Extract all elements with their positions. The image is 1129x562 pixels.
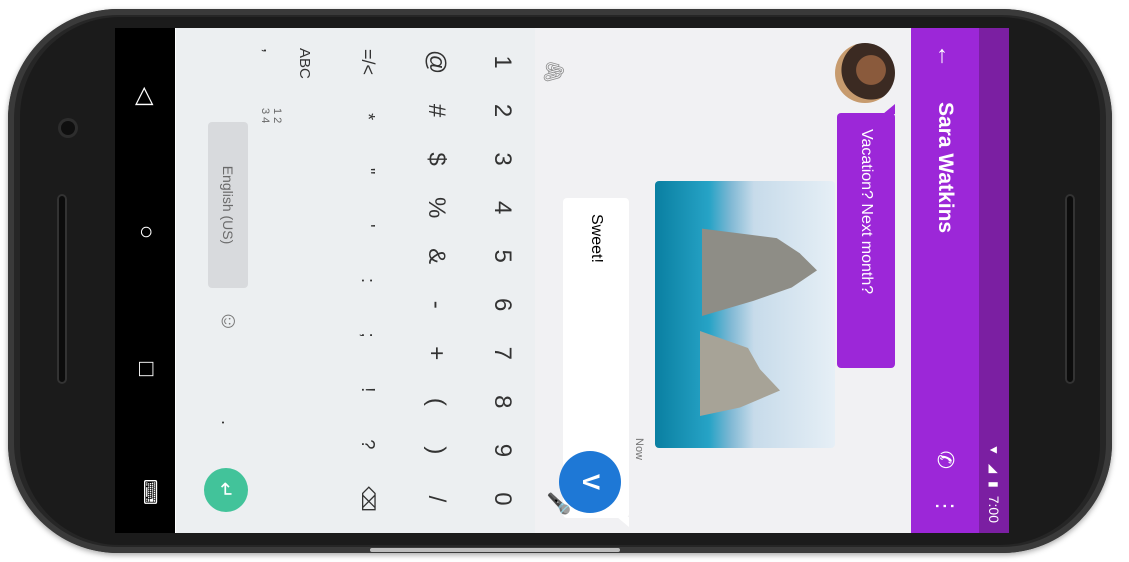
- key-8[interactable]: 8: [475, 382, 529, 422]
- navigation-bar: ◁ ○ □ ⌨: [115, 28, 175, 533]
- side-button: [370, 548, 620, 552]
- wifi-icon: ▼: [987, 444, 1001, 456]
- key-5[interactable]: 5: [475, 236, 529, 276]
- key-1[interactable]: 1: [475, 42, 529, 82]
- key-more-symbols[interactable]: =/<: [341, 42, 395, 82]
- front-camera: [61, 121, 75, 135]
- signal-icon: ◢: [987, 463, 1001, 474]
- key-apostrophe[interactable]: ': [341, 206, 395, 246]
- key-colon[interactable]: :: [341, 261, 395, 301]
- key-numbers-toggle[interactable]: 1 2 3 4: [259, 108, 283, 123]
- key-asterisk[interactable]: *: [341, 97, 395, 137]
- battery-icon: ▮: [987, 481, 1001, 488]
- keyboard: 1 2 3 4 5 6 7 8 9 0 @ # $ % & - + ( ) / …: [176, 28, 535, 533]
- key-minus[interactable]: -: [409, 285, 463, 325]
- key-at[interactable]: @: [409, 42, 463, 82]
- attach-icon[interactable]: 🖇: [541, 59, 566, 84]
- emoji-icon[interactable]: ☺: [216, 310, 242, 332]
- key-percent[interactable]: %: [409, 188, 463, 228]
- key-question[interactable]: ?: [341, 424, 395, 464]
- key-4[interactable]: 4: [475, 188, 529, 228]
- key-close-paren[interactable]: ): [409, 430, 463, 470]
- shared-photo[interactable]: [655, 181, 835, 448]
- key-6[interactable]: 6: [475, 285, 529, 325]
- spacebar[interactable]: English (US): [208, 122, 248, 288]
- more-vert-icon[interactable]: ⋮: [932, 495, 958, 517]
- key-open-paren[interactable]: (: [409, 382, 463, 422]
- key-hash[interactable]: #: [409, 91, 463, 131]
- speaker-right: [1065, 194, 1075, 384]
- key-ampersand[interactable]: &: [409, 236, 463, 276]
- arrow-back-icon[interactable]: ←: [931, 44, 959, 84]
- phone-icon[interactable]: ✆: [932, 451, 958, 469]
- key-9[interactable]: 9: [475, 430, 529, 470]
- photo-rock-left: [702, 221, 817, 316]
- key-comma[interactable]: ,: [259, 48, 280, 53]
- key-exclamation[interactable]: !: [341, 370, 395, 410]
- key-dollar[interactable]: $: [409, 139, 463, 179]
- photo-rock-right: [700, 331, 780, 416]
- enter-key[interactable]: ↵: [204, 468, 248, 512]
- key-plus[interactable]: +: [409, 333, 463, 373]
- speaker-left: [57, 194, 67, 384]
- key-2[interactable]: 2: [475, 91, 529, 131]
- key-0[interactable]: 0: [475, 479, 529, 519]
- app-bar: ← Sara Watkins ✆ ⋮: [911, 28, 979, 533]
- incoming-message[interactable]: Vacation? Next month?: [837, 113, 895, 368]
- keyboard-icon[interactable]: ⌨: [139, 472, 160, 512]
- back-triangle-icon[interactable]: ◁: [131, 76, 160, 116]
- key-3[interactable]: 3: [475, 139, 529, 179]
- status-bar: ▼ ◢ ▮ 7:00: [979, 28, 1009, 533]
- key-period[interactable]: .: [217, 420, 238, 425]
- keyboard-row-numbers: 1 2 3 4 5 6 7 8 9 0: [475, 28, 529, 533]
- chat-area: Vacation? Next month? Now Sweet! 🖇 V: [535, 28, 911, 533]
- mic-icon[interactable]: 🎤: [546, 491, 571, 516]
- key-quote[interactable]: ": [341, 151, 395, 191]
- keyboard-row-symbols-1: @ # $ % & - + ( ) /: [409, 28, 463, 533]
- screen: ▼ ◢ ▮ 7:00 ← Sara Watkins ✆ ⋮ Vacation? …: [115, 28, 1009, 533]
- keyboard-row-symbols-2: =/< * " ' : ; ! ? ⌫: [341, 28, 395, 533]
- key-slash[interactable]: /: [409, 479, 463, 519]
- key-7[interactable]: 7: [475, 333, 529, 373]
- page-title: Sara Watkins: [934, 102, 957, 234]
- screen-viewport: ▼ ◢ ▮ 7:00 ← Sara Watkins ✆ ⋮ Vacation? …: [115, 28, 1009, 533]
- message-timestamp: Now: [633, 438, 645, 461]
- recents-square-icon[interactable]: □: [132, 349, 160, 389]
- key-abc[interactable]: ABC: [296, 48, 313, 79]
- home-circle-icon[interactable]: ○: [132, 212, 160, 252]
- key-semicolon[interactable]: ;: [341, 315, 395, 355]
- status-time: 7:00: [986, 495, 1002, 523]
- backspace-icon[interactable]: ⌫: [341, 479, 395, 519]
- avatar[interactable]: [835, 43, 895, 103]
